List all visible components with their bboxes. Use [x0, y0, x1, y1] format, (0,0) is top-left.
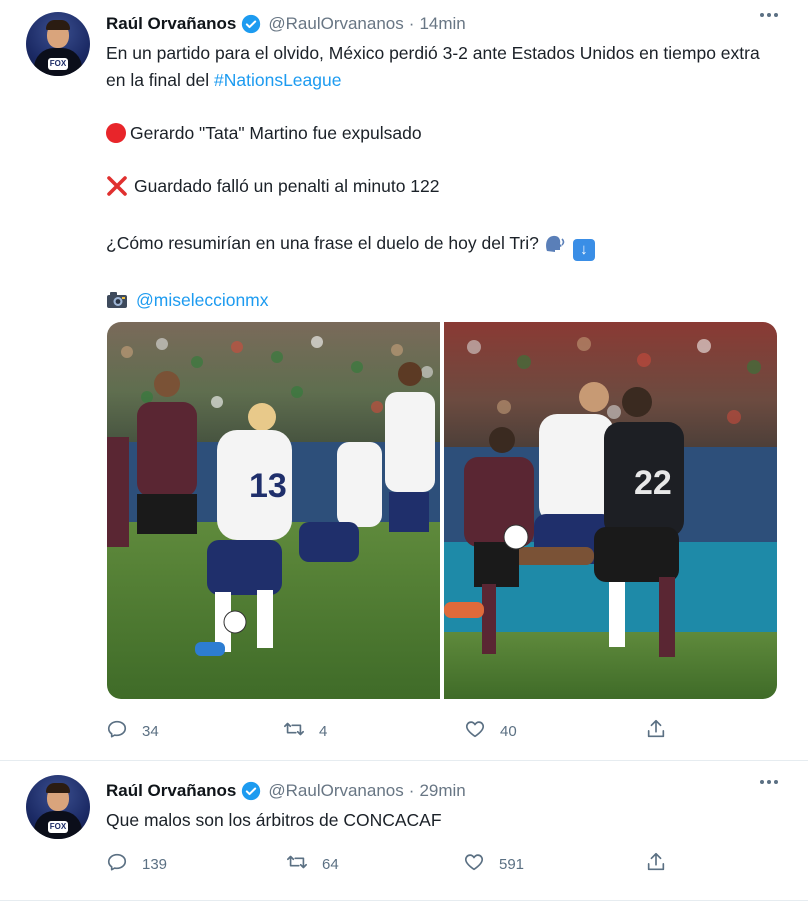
tweet[interactable]: FOX Raúl Orvañanos @RaulOrvananos · 14mi… — [0, 0, 808, 761]
retweet-count: 4 — [319, 722, 328, 740]
match-photo-right[interactable]: 22 — [444, 322, 777, 699]
reply-button[interactable]: 139 — [106, 851, 167, 877]
like-button[interactable]: 40 — [464, 718, 517, 744]
retweet-icon — [286, 851, 308, 877]
share-button[interactable] — [645, 718, 667, 744]
tweet-header: Raúl Orvañanos @RaulOrvananos · 29min — [106, 779, 466, 803]
like-count: 591 — [499, 855, 525, 873]
author-name[interactable]: Raúl Orvañanos — [106, 14, 236, 34]
retweet-count: 64 — [322, 855, 339, 873]
tweet-paragraph-4: ¿Cómo resumirían en una frase el duelo d… — [106, 230, 766, 261]
reply-count: 139 — [142, 855, 168, 873]
author-handle[interactable]: @RaulOrvananos — [268, 14, 403, 34]
speaking-head-emoji — [543, 233, 567, 253]
tweet-paragraph-3: Guardado falló un penalti al minuto 122 — [106, 173, 766, 204]
tweet-time[interactable]: 29min — [419, 781, 465, 801]
tweet-header: Raúl Orvañanos @RaulOrvananos · 14min — [106, 12, 466, 36]
red-circle-emoji — [106, 123, 126, 143]
reply-icon — [106, 851, 128, 877]
reply-button[interactable]: 34 — [106, 718, 159, 744]
separator-dot: · — [408, 14, 415, 33]
cross-mark-emoji — [106, 176, 128, 204]
tweet[interactable]: FOX Raúl Orvañanos @RaulOrvananos · 29mi… — [0, 761, 808, 901]
avatar-hair — [46, 783, 70, 793]
tweet-line-4: ¿Cómo resumirían en una frase el duelo d… — [106, 233, 539, 253]
hashtag-link[interactable]: #NationsLeague — [214, 70, 341, 90]
avatar-hair — [46, 20, 70, 30]
down-arrow-emoji: ↓ — [572, 239, 595, 261]
author-name[interactable]: Raúl Orvañanos — [106, 781, 236, 801]
verified-badge-icon — [241, 14, 261, 34]
separator-dot: · — [408, 781, 415, 800]
tweet-text: Que malos son los árbitros de CONCACAF — [106, 807, 766, 834]
share-button[interactable] — [645, 851, 667, 877]
reply-icon — [106, 718, 128, 744]
more-dots-icon[interactable] — [760, 780, 778, 784]
heart-icon — [464, 718, 486, 744]
reply-count: 34 — [142, 722, 159, 740]
tweet-line-2: Gerardo "Tata" Martino fue expulsado — [130, 123, 422, 143]
share-icon — [645, 718, 667, 744]
share-icon — [645, 851, 667, 877]
jersey-number-left: 13 — [249, 467, 287, 505]
tweet-line-3: Guardado falló un penalti al minuto 122 — [134, 176, 440, 196]
tweet-paragraph-1: Que malos son los árbitros de CONCACAF — [106, 810, 442, 830]
avatar-badge: FOX — [48, 821, 68, 833]
tweet-paragraph-2: Gerardo "Tata" Martino fue expulsado — [106, 120, 766, 147]
retweet-icon — [283, 718, 305, 744]
like-count: 40 — [500, 722, 517, 740]
tweet-time[interactable]: 14min — [419, 14, 465, 34]
camera-emoji — [106, 290, 128, 308]
avatar[interactable]: FOX — [26, 12, 90, 76]
avatar[interactable]: FOX — [26, 775, 90, 839]
tweet-text: En un partido para el olvido, México per… — [106, 40, 766, 340]
mention-link[interactable]: @miseleccionmx — [136, 290, 269, 310]
jersey-number-right: 22 — [634, 464, 672, 502]
like-button[interactable]: 591 — [463, 851, 524, 877]
match-photo-left[interactable]: 13 — [107, 322, 440, 699]
heart-icon — [463, 851, 485, 877]
media-grid: 13 22 — [107, 322, 777, 699]
author-handle[interactable]: @RaulOrvananos — [268, 781, 403, 801]
verified-badge-icon — [241, 781, 261, 801]
more-dots-icon[interactable] — [760, 13, 778, 17]
retweet-button[interactable]: 64 — [286, 851, 339, 877]
avatar-badge: FOX — [48, 58, 68, 70]
tweet-line-1: En un partido para el olvido, México per… — [106, 43, 760, 90]
tweet-paragraph-1: En un partido para el olvido, México per… — [106, 40, 766, 94]
retweet-button[interactable]: 4 — [283, 718, 327, 744]
tweet-paragraph-5: @miseleccionmx — [106, 287, 766, 314]
